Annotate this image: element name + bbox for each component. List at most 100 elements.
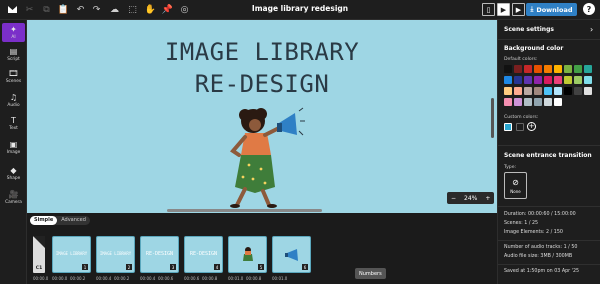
music-note-icon: ♫ xyxy=(9,93,18,102)
cloud-icon[interactable]: ☁ xyxy=(108,3,121,16)
default-color-swatch[interactable] xyxy=(514,65,522,73)
scene-thumbnail-1[interactable]: IMAGE LIBRARY 1 xyxy=(52,236,91,273)
pin-icon[interactable]: 📌 xyxy=(161,3,174,16)
vertical-scrollbar[interactable] xyxy=(491,98,494,138)
advanced-mode-tab[interactable]: Advanced xyxy=(57,216,90,225)
script-icon: ▤ xyxy=(9,47,18,56)
time-label: 00:00.6 xyxy=(184,276,200,281)
default-color-swatch[interactable] xyxy=(544,65,552,73)
hand-icon[interactable]: ✋ xyxy=(144,3,157,16)
scene-thumbnail-3[interactable]: RE-DESIGN 3 xyxy=(140,236,179,273)
redo-icon[interactable]: ↷ xyxy=(90,3,103,16)
download-button[interactable]: ⤓ Download xyxy=(526,3,577,16)
default-color-swatch[interactable] xyxy=(514,76,522,84)
simple-mode-tab[interactable]: Simple xyxy=(30,216,58,225)
default-color-swatch[interactable] xyxy=(554,65,562,73)
undo-icon[interactable]: ↶ xyxy=(74,3,87,16)
custom-color-swatch[interactable] xyxy=(504,123,512,131)
headline-line-1[interactable]: IMAGE LIBRARY xyxy=(27,38,497,66)
custom-color-swatch[interactable] xyxy=(516,123,524,131)
transition-none-option[interactable]: ⊘ None xyxy=(504,172,527,199)
image-icon: ▣ xyxy=(9,140,18,149)
home-logo-icon[interactable] xyxy=(6,3,19,16)
default-color-swatch[interactable] xyxy=(504,76,512,84)
app-window: ✂ ⧉ 📋 ↶ ↷ ☁ ⬚ ✋ 📌 ◎ Image library redesi… xyxy=(0,0,600,284)
timeline-start-card[interactable]: C1 xyxy=(33,236,45,273)
copy-icon[interactable]: ⧉ xyxy=(40,3,53,16)
default-color-swatch[interactable] xyxy=(524,65,532,73)
default-color-swatch[interactable] xyxy=(584,87,592,95)
default-color-swatch[interactable] xyxy=(504,65,512,73)
sidebar-item-ai[interactable]: ✦ AI xyxy=(2,23,25,42)
sidebar-item-scenes[interactable]: 🎞 Scenes xyxy=(2,67,25,86)
default-color-swatch[interactable] xyxy=(504,98,512,106)
add-custom-color-icon[interactable]: + xyxy=(527,122,536,131)
sidebar-item-text[interactable]: T Text xyxy=(2,114,25,133)
default-color-swatch[interactable] xyxy=(534,87,542,95)
default-color-swatch[interactable] xyxy=(544,98,552,106)
audio-tracks-stat: Number of audio tracks: 1 / 50 xyxy=(504,245,578,250)
timeline-start-label: C1 xyxy=(35,266,43,271)
default-color-swatch[interactable] xyxy=(524,87,532,95)
preview-icon[interactable]: ⬚ xyxy=(126,3,139,16)
scene-number: 4 xyxy=(214,264,220,270)
scene-canvas[interactable]: IMAGE LIBRARY RE-DESIGN − 24% + xyxy=(27,20,497,213)
default-color-swatch[interactable] xyxy=(554,98,562,106)
default-color-swatch[interactable] xyxy=(504,87,512,95)
hide-icon[interactable]: ◎ xyxy=(178,3,191,16)
camera-icon: 🎥 xyxy=(8,190,19,199)
scene-thumbnail-5[interactable]: 5 xyxy=(228,236,267,273)
default-color-swatch[interactable] xyxy=(554,87,562,95)
zoom-in-button[interactable]: + xyxy=(481,195,494,202)
zoom-out-button[interactable]: − xyxy=(447,195,460,202)
sidebar-item-audio[interactable]: ♫ Audio xyxy=(2,91,25,110)
megaphone-woman-illustration[interactable] xyxy=(215,105,305,210)
transition-type-label: Type: xyxy=(504,165,517,170)
sidebar-item-image[interactable]: ▣ Image xyxy=(2,138,25,157)
default-color-swatch[interactable] xyxy=(564,76,572,84)
sidebar-item-camera[interactable]: 🎥 Camera xyxy=(2,188,25,207)
scene-thumbnail-text: IMAGE LIBRARY xyxy=(99,251,132,256)
default-color-swatch[interactable] xyxy=(574,76,582,84)
default-color-swatch[interactable] xyxy=(544,87,552,95)
time-label: 00:00.2 xyxy=(70,276,86,281)
scene-thumbnail-2[interactable]: IMAGE LIBRARY 2 xyxy=(96,236,135,273)
default-color-swatch[interactable] xyxy=(574,65,582,73)
default-color-swatch[interactable] xyxy=(524,76,532,84)
panel-divider xyxy=(498,264,600,265)
camera-marker-icon xyxy=(33,236,45,248)
top-toolbar: ✂ ⧉ 📋 ↶ ↷ ☁ ⬚ ✋ 📌 ◎ Image library redesi… xyxy=(0,0,600,20)
background-color-heading: Background color xyxy=(504,45,564,52)
default-color-swatch[interactable] xyxy=(534,76,542,84)
panel-title: Scene settings xyxy=(504,26,554,33)
default-color-swatch[interactable] xyxy=(544,76,552,84)
help-icon[interactable]: ? xyxy=(583,3,595,15)
default-color-swatch[interactable] xyxy=(534,98,542,106)
time-label: 00:01.0 xyxy=(228,276,244,281)
scene-thumbnail-6[interactable]: 6 xyxy=(272,236,311,273)
sidebar-item-shape[interactable]: ◆ Shape xyxy=(2,164,25,183)
default-color-swatch[interactable] xyxy=(534,65,542,73)
play-scene-icon[interactable]: ▶ xyxy=(497,3,510,16)
default-color-swatch[interactable] xyxy=(554,76,562,84)
layout-icon[interactable]: ▯ xyxy=(482,3,495,16)
time-label: 00:00.4 xyxy=(96,276,112,281)
default-color-swatch[interactable] xyxy=(574,87,582,95)
headline-line-2[interactable]: RE-DESIGN xyxy=(27,70,497,98)
default-color-swatch[interactable] xyxy=(584,65,592,73)
default-color-swatch[interactable] xyxy=(514,87,522,95)
play-all-icon[interactable]: ▶ xyxy=(512,3,525,16)
default-color-swatch[interactable] xyxy=(564,87,572,95)
chevron-right-icon[interactable]: › xyxy=(590,25,593,34)
cut-icon[interactable]: ✂ xyxy=(23,3,36,16)
scenes-stat: Scenes: 1 / 25 xyxy=(504,221,539,226)
sidebar-item-script[interactable]: ▤ Script xyxy=(2,45,25,64)
default-color-swatch[interactable] xyxy=(584,76,592,84)
default-color-swatch[interactable] xyxy=(564,65,572,73)
paste-icon[interactable]: 📋 xyxy=(57,3,70,16)
scene-thumbnail-4[interactable]: RE-DESIGN 4 xyxy=(184,236,223,273)
default-color-swatch[interactable] xyxy=(514,98,522,106)
time-label: 00:00.4 xyxy=(140,276,156,281)
default-color-swatch[interactable] xyxy=(524,98,532,106)
horizontal-scrollbar[interactable] xyxy=(167,209,322,212)
